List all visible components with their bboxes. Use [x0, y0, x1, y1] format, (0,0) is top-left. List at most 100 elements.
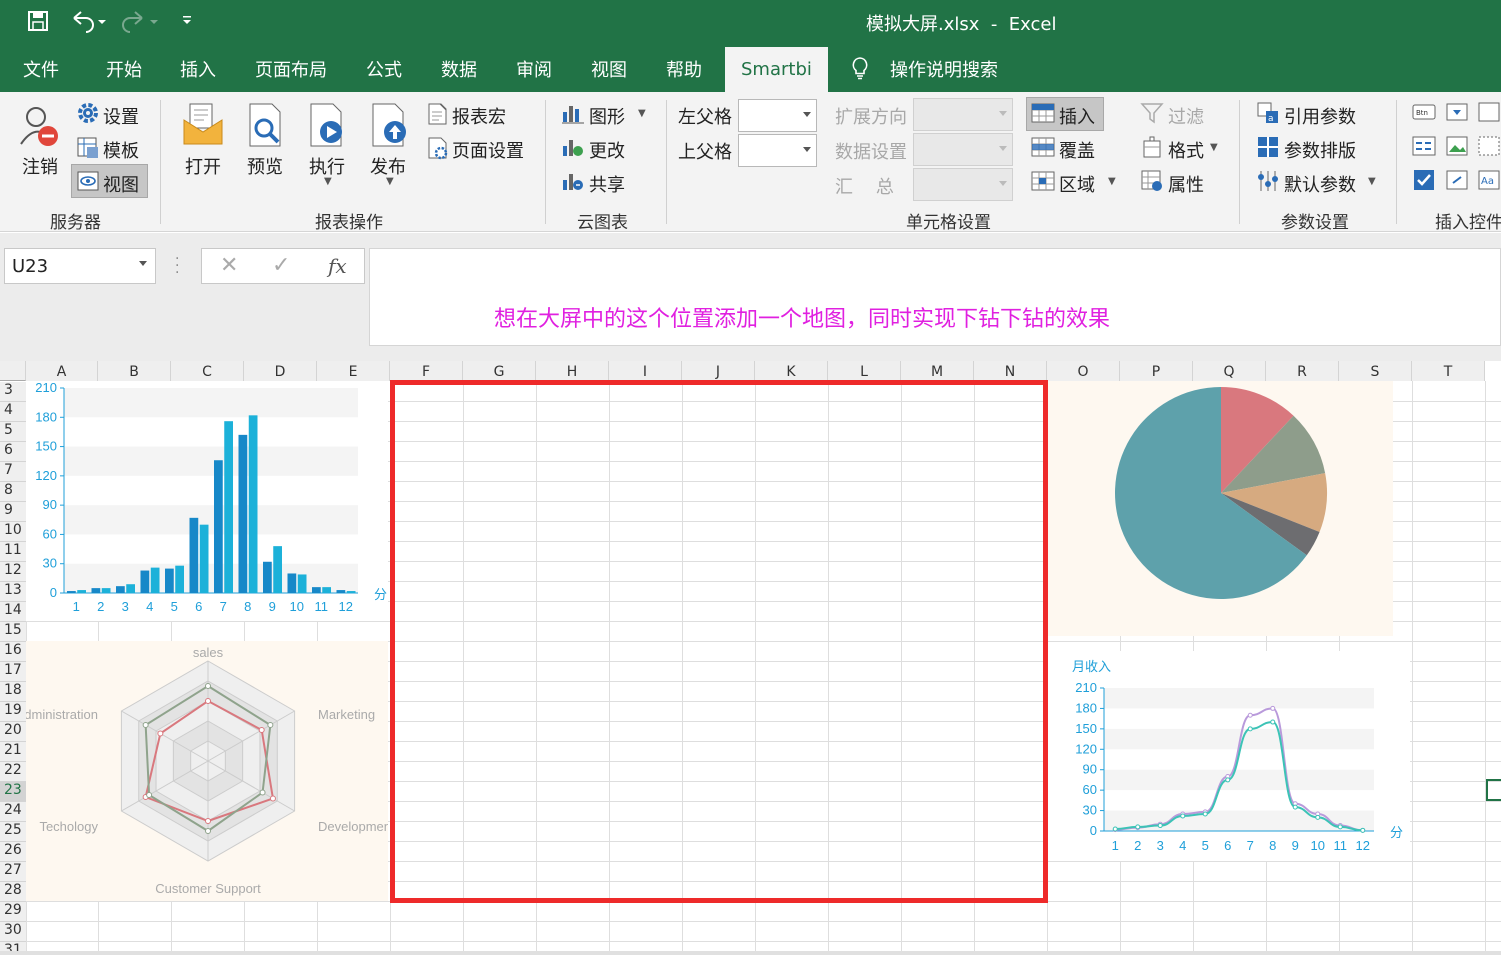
pie-chart[interactable] [1048, 381, 1393, 636]
column-header[interactable]: I [609, 361, 682, 381]
row-header[interactable]: 23 [0, 782, 26, 802]
row-header[interactable]: 25 [0, 822, 26, 842]
confirm-icon[interactable]: ✓ [272, 253, 290, 278]
row-header[interactable]: 21 [0, 742, 26, 762]
row-header[interactable]: 24 [0, 802, 26, 822]
column-header[interactable]: K [755, 361, 828, 381]
row-header[interactable]: 15 [0, 622, 26, 642]
area-button[interactable]: 区域 [1059, 171, 1095, 197]
redo-icon[interactable] [120, 9, 160, 33]
default-param-dropdown-arrow[interactable]: ▼ [1368, 176, 1376, 187]
column-header[interactable]: H [536, 361, 609, 381]
radar-chart[interactable]: sales Marketing Development Customer Suppor… [26, 641, 388, 901]
report-macro-button[interactable]: 报表宏 [452, 103, 506, 129]
row-header[interactable]: 17 [0, 662, 26, 682]
reference-param-button[interactable]: 引用参数 [1284, 103, 1356, 129]
selected-cell[interactable] [1486, 779, 1501, 801]
tab-review[interactable]: 审阅 [516, 56, 552, 82]
link-control-icon[interactable] [1446, 169, 1468, 191]
column-header[interactable]: C [171, 361, 244, 381]
row-header[interactable]: 3 [0, 382, 26, 402]
row-header[interactable]: 5 [0, 422, 26, 442]
row-header[interactable]: 16 [0, 642, 26, 662]
cancel-icon[interactable]: ✕ [220, 253, 238, 278]
tab-insert[interactable]: 插入 [180, 56, 216, 82]
tab-smartbi[interactable]: Smartbi [725, 47, 828, 92]
column-header[interactable]: E [317, 361, 390, 381]
logout-icon[interactable] [18, 104, 62, 150]
format-button[interactable]: 格式 [1168, 137, 1204, 163]
row-header[interactable]: 9 [0, 502, 26, 522]
row-header[interactable]: 8 [0, 482, 26, 502]
row-header[interactable]: 29 [0, 902, 26, 922]
column-header[interactable]: G [463, 361, 536, 381]
row-header[interactable]: 27 [0, 862, 26, 882]
dropdown-control-icon[interactable] [1446, 101, 1468, 123]
settings-button[interactable]: 设置 [103, 103, 139, 129]
change-button[interactable]: 更改 [589, 137, 625, 163]
save-icon[interactable] [27, 10, 49, 32]
row-header[interactable]: 30 [0, 922, 26, 942]
button-control-icon[interactable]: Btn [1412, 101, 1436, 123]
data-setting-select[interactable] [913, 133, 1013, 166]
name-box[interactable]: U23 [4, 248, 156, 284]
customize-toolbar-icon[interactable] [180, 12, 194, 26]
drag-handle-icon[interactable]: · · · [175, 252, 179, 280]
column-header[interactable]: L [828, 361, 901, 381]
bar-chart[interactable]: 03060901201501802101 2 3 4 5 6 7 8 9 10 11 12分 [26, 381, 388, 621]
format-dropdown-arrow[interactable]: ▼ [1210, 142, 1218, 153]
column-header[interactable]: B [98, 361, 171, 381]
tab-file[interactable]: 文件 [23, 56, 59, 82]
tab-help[interactable]: 帮助 [666, 56, 702, 82]
tree-control-icon[interactable] [1478, 135, 1500, 157]
open-button[interactable]: 打开 [185, 153, 221, 179]
column-header[interactable]: F [390, 361, 463, 381]
insert-function-icon[interactable]: fx [328, 254, 347, 278]
column-header[interactable]: M [901, 361, 974, 381]
row-header[interactable]: 28 [0, 882, 26, 902]
chart-button[interactable]: 图形 [589, 103, 625, 129]
column-header[interactable]: S [1339, 361, 1412, 381]
filter-button[interactable]: 过滤 [1168, 103, 1204, 129]
template-button[interactable]: 模板 [103, 137, 139, 163]
execute-dropdown-arrow[interactable]: ▼ [324, 176, 332, 187]
tab-home[interactable]: 开始 [106, 56, 142, 82]
row-header[interactable]: 4 [0, 402, 26, 422]
checkbox-control-icon[interactable] [1412, 169, 1436, 191]
param-layout-button[interactable]: 参数排版 [1284, 137, 1356, 163]
column-header[interactable]: O [1047, 361, 1120, 381]
area-dropdown-arrow[interactable]: ▼ [1108, 176, 1116, 187]
undo-icon[interactable] [68, 9, 108, 33]
page-setup-button[interactable]: 页面设置 [452, 137, 524, 163]
column-header[interactable]: Q [1193, 361, 1266, 381]
view-button[interactable]: 视图 [103, 171, 139, 197]
expand-direction-select[interactable] [913, 98, 1013, 131]
row-header[interactable]: 14 [0, 602, 26, 622]
column-header[interactable]: P [1120, 361, 1193, 381]
row-header[interactable]: 6 [0, 442, 26, 462]
row-header[interactable]: 19 [0, 702, 26, 722]
insert-button[interactable]: 插入 [1059, 103, 1095, 129]
default-param-button[interactable]: 默认参数 [1284, 171, 1356, 197]
row-header[interactable]: 13 [0, 582, 26, 602]
corner-select-all[interactable] [0, 361, 26, 381]
preview-button[interactable]: 预览 [247, 153, 283, 179]
row-header[interactable]: 22 [0, 762, 26, 782]
tab-formulas[interactable]: 公式 [366, 56, 402, 82]
map-placeholder-frame[interactable] [390, 380, 1048, 903]
label-control-icon[interactable]: Aa [1478, 169, 1500, 191]
row-header[interactable]: 12 [0, 562, 26, 582]
row-header[interactable]: 10 [0, 522, 26, 542]
row-header[interactable]: 26 [0, 842, 26, 862]
logout-button[interactable]: 注销 [22, 153, 58, 179]
column-header[interactable]: A [26, 361, 98, 381]
line-chart[interactable]: 0306090120150180210月收入分1 2 3 4 5 6 7 8 9 10 11 12 [1048, 651, 1410, 861]
left-parent-select[interactable] [738, 99, 817, 132]
row-header[interactable]: 11 [0, 542, 26, 562]
top-parent-select[interactable] [738, 134, 817, 167]
listbox-control-icon[interactable] [1478, 101, 1500, 123]
row-header[interactable]: 20 [0, 722, 26, 742]
column-header[interactable]: T [1412, 361, 1485, 381]
column-header[interactable]: R [1266, 361, 1339, 381]
text-control-icon[interactable] [1412, 135, 1436, 157]
